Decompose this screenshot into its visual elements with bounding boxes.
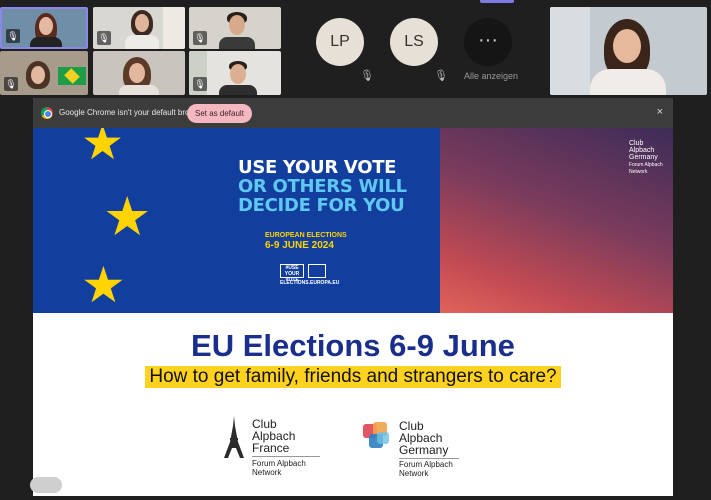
muted-mic-icon: 🎙 xyxy=(360,70,374,82)
star-icon: ★ xyxy=(81,257,126,313)
club-alpbach-mark-icon xyxy=(363,422,389,448)
club-alpbach-germany-logo-small: Club Alpbach Germany Forum Alpbach Netwo… xyxy=(629,140,663,175)
election-date: 6-9 JUNE 2024 xyxy=(265,240,334,251)
logo-divider xyxy=(252,456,320,457)
logo-france-sub1: Forum Alpbach xyxy=(252,459,306,468)
eu-flag-icon xyxy=(308,264,326,278)
muted-mic-icon: 🎙 xyxy=(4,77,18,91)
set-as-default-button[interactable]: Set as default xyxy=(187,104,252,123)
muted-mic-icon: 🎙 xyxy=(193,77,207,91)
elections-url: ELECTIONS.EUROPA.EU xyxy=(280,280,340,286)
logo-france-line3: France xyxy=(252,441,290,455)
avatar-ls[interactable]: LS xyxy=(390,18,438,66)
eu-logos: #USE YOUR VOTE xyxy=(280,264,328,283)
teams-meeting-window: 🎙 🎙 🎙 🎙 🎙 LP 🎙 LS 🎙 ··· Alle anzeigen Go… xyxy=(0,0,711,500)
scroll-handle[interactable] xyxy=(30,477,62,493)
self-view-video[interactable] xyxy=(550,7,707,95)
muted-mic-icon: 🎙 xyxy=(6,29,20,43)
eu-campaign-panel: ★ ★ ★ USE YOUR VOTE OR OTHERS WILL DECID… xyxy=(33,128,440,313)
participant-tile-6[interactable]: 🎙 xyxy=(189,51,281,95)
campaign-slogan: USE YOUR VOTE OR OTHERS WILL DECIDE FOR … xyxy=(238,157,407,216)
participant-tile-2[interactable]: 🎙 xyxy=(93,7,185,49)
logo-france-sub2: Network xyxy=(252,468,282,477)
muted-mic-icon: 🎙 xyxy=(193,31,207,45)
participant-tile-5[interactable] xyxy=(93,51,185,95)
infobar-message: Google Chrome isn't your default browser xyxy=(59,108,207,117)
close-icon[interactable]: × xyxy=(657,106,663,118)
logo-germany-sub2: Network xyxy=(399,469,429,478)
active-speaker-indicator xyxy=(480,0,514,3)
use-your-vote-logo: #USE YOUR VOTE xyxy=(280,264,304,283)
show-all-label[interactable]: Alle anzeigen xyxy=(464,71,518,81)
show-all-button[interactable]: ··· xyxy=(464,18,512,66)
star-icon: ★ xyxy=(81,128,125,170)
slide-subtitle-wrap: How to get family, friends and strangers… xyxy=(33,366,673,388)
logo-divider xyxy=(399,458,459,459)
participant-tile-4[interactable]: 🎙 xyxy=(0,51,88,95)
logo-germany-line3: Germany xyxy=(399,443,449,457)
logo-germany-sub1: Forum Alpbach xyxy=(399,460,453,469)
chrome-logo-icon xyxy=(41,107,53,119)
star-icon: ★ xyxy=(103,187,152,247)
muted-mic-icon: 🎙 xyxy=(97,31,111,45)
eiffel-tower-icon xyxy=(224,416,244,458)
shared-screen: Google Chrome isn't your default browser… xyxy=(33,98,673,496)
participant-tile-3[interactable]: 🎙 xyxy=(189,7,281,49)
slide-banner: ★ ★ ★ USE YOUR VOTE OR OTHERS WILL DECID… xyxy=(33,128,673,313)
participant-tile-1[interactable]: 🎙 xyxy=(0,7,88,49)
muted-mic-icon: 🎙 xyxy=(434,70,448,82)
avatar-lp[interactable]: LP xyxy=(316,18,364,66)
slide-title: EU Elections 6-9 June xyxy=(191,328,515,363)
slide-subtitle: How to get family, friends and strangers… xyxy=(145,366,561,388)
chrome-default-browser-infobar: Google Chrome isn't your default browser… xyxy=(33,98,673,128)
european-elections-label: EUROPEAN ELECTIONS xyxy=(265,232,347,239)
